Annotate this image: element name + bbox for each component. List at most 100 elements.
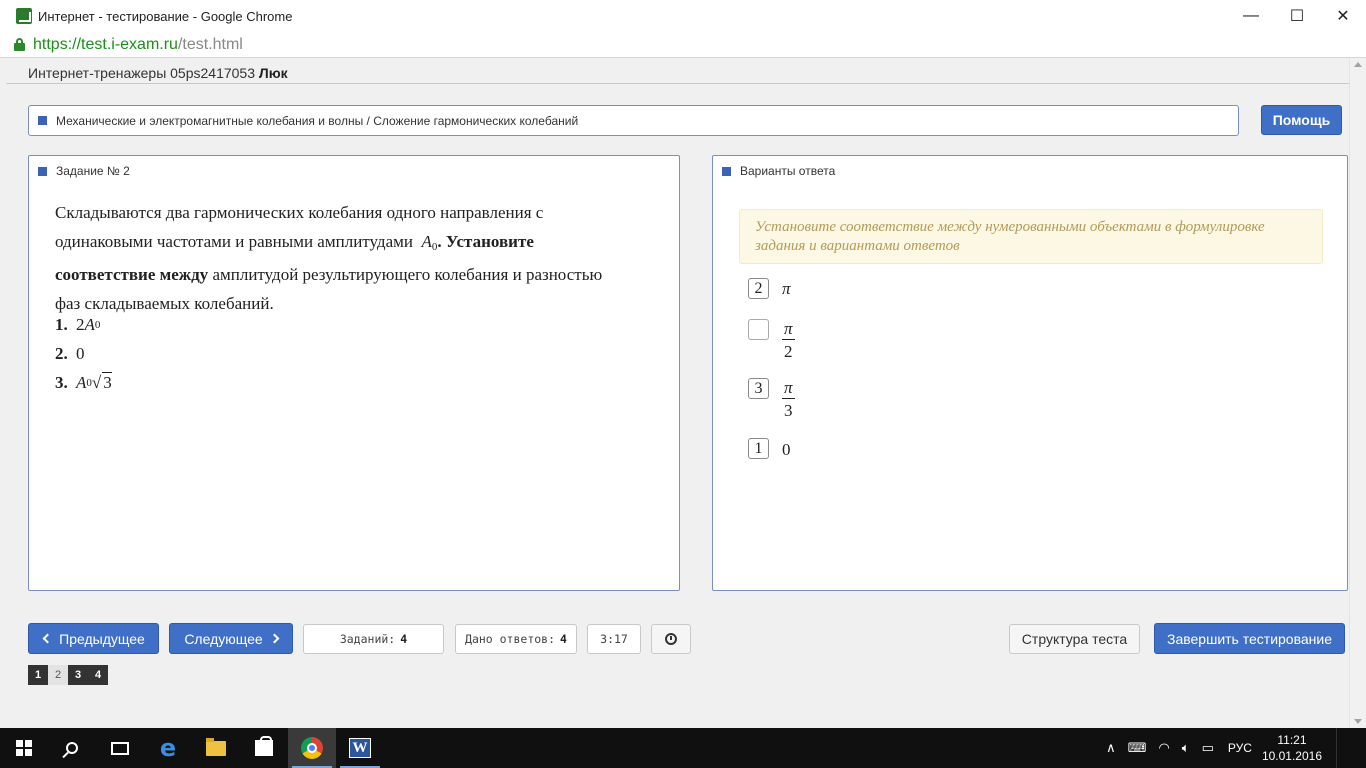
square-bullet-icon	[38, 116, 47, 125]
answer-match-box[interactable]: 2	[748, 278, 769, 299]
item-coef: 0	[76, 343, 85, 363]
answer-row: 2 π	[748, 278, 791, 299]
clock-date: 10.01.2016	[1261, 749, 1322, 763]
input-method-icon[interactable]: ⌨	[1128, 741, 1147, 756]
square-bullet-icon	[38, 166, 47, 176]
previous-button[interactable]: Предыдущее	[28, 623, 159, 654]
task-panel: Задание № 2 Складываются два гармоническ…	[28, 155, 680, 591]
answer-row: 1 0	[748, 438, 791, 460]
task-view-icon	[111, 741, 129, 755]
item-sub: 0	[94, 318, 101, 331]
windows-logo-icon	[16, 740, 32, 756]
answer-fraction: π3	[782, 378, 795, 421]
store-icon	[255, 736, 273, 756]
task-pager: 1 2 3 4	[28, 665, 108, 685]
url-scheme: https://	[33, 35, 82, 53]
item-number: 2.	[55, 343, 68, 363]
clock-icon	[665, 633, 677, 645]
fraction-numerator: π	[782, 319, 795, 340]
page-header: Интернет-тренажеры 05ps2417053 Люк	[28, 65, 288, 81]
task-panel-title: Задание № 2	[38, 164, 130, 178]
answer-fraction: π2	[782, 319, 795, 362]
task-view-button[interactable]	[96, 728, 144, 768]
address-bar[interactable]: https://test.i-exam.ru/test.html	[0, 32, 1366, 58]
list-item: 1. 2A0	[55, 310, 112, 339]
square-bullet-icon	[722, 166, 731, 176]
finish-test-button[interactable]: Завершить тестирование	[1154, 623, 1345, 654]
item-number: 3.	[55, 372, 68, 392]
search-icon	[66, 742, 78, 754]
task-items: 1. 2A0 2. 0 3. A 0 √ 3	[55, 310, 112, 397]
list-item: 3. A 0 √ 3	[55, 372, 112, 392]
word-button[interactable]: W	[336, 728, 384, 768]
breadcrumb: Механические и электромагнитные колебани…	[28, 105, 1239, 136]
page-content: Интернет-тренажеры 05ps2417053 Люк Механ…	[0, 58, 1349, 728]
page-1-button[interactable]: 1	[28, 665, 48, 685]
message-icon[interactable]: ▭	[1202, 741, 1214, 756]
next-label: Следующее	[184, 630, 263, 647]
close-button[interactable]: ✕	[1320, 0, 1366, 32]
tasks-count: Заданий: 4	[303, 624, 444, 654]
answered-count-label: Дано ответов:	[465, 632, 556, 646]
wifi-icon[interactable]: ◠	[1158, 741, 1169, 756]
url-path: /test.html	[177, 35, 243, 53]
task-statement: Складываются два гармонических колебания…	[55, 199, 615, 318]
clock-time: 11:21	[1277, 733, 1307, 747]
breadcrumb-text: Механические и электромагнитные колебани…	[56, 113, 579, 128]
lock-icon[interactable]	[14, 38, 25, 51]
item-var: A	[76, 372, 87, 392]
explorer-button[interactable]	[192, 728, 240, 768]
list-item: 2. 0	[55, 339, 112, 368]
answer-value: 0	[782, 440, 791, 459]
scroll-down-icon[interactable]	[1354, 719, 1362, 724]
page-4-button[interactable]: 4	[88, 665, 108, 685]
previous-label: Предыдущее	[59, 630, 145, 647]
store-button[interactable]	[240, 728, 288, 768]
window-title: Интернет - тестирование - Google Chrome	[38, 8, 293, 24]
maximize-button[interactable]: ☐	[1274, 0, 1320, 32]
item-root: 3	[102, 372, 112, 392]
answers-title: Варианты ответа	[740, 164, 836, 178]
chrome-button[interactable]	[288, 728, 336, 768]
window-controls: — ☐ ✕	[1228, 0, 1366, 32]
instruction-hint: Установите соответствие между нумерованн…	[739, 209, 1323, 264]
answer-match-box[interactable]: 3	[748, 378, 769, 399]
timer-toggle-button[interactable]	[651, 624, 691, 654]
url-text[interactable]: https://test.i-exam.ru/test.html	[33, 36, 243, 54]
answers-panel: Варианты ответа Установите соответствие …	[712, 155, 1348, 591]
start-button[interactable]	[0, 728, 48, 768]
search-button[interactable]	[48, 728, 96, 768]
header-user: Люк	[258, 65, 288, 81]
answer-row: π2	[748, 319, 795, 362]
answer-match-box[interactable]: 1	[748, 438, 769, 459]
test-structure-button[interactable]: Структура теста	[1009, 624, 1140, 654]
task-title: Задание № 2	[56, 164, 130, 178]
help-button[interactable]: Помощь	[1261, 105, 1342, 135]
vertical-scrollbar[interactable]	[1349, 58, 1366, 728]
answer-value: π	[782, 279, 791, 298]
language-indicator[interactable]: РУС	[1228, 741, 1252, 755]
clock[interactable]: 11:21 10.01.2016	[1262, 732, 1322, 764]
window-titlebar: Интернет - тестирование - Google Chrome …	[0, 0, 1366, 32]
item-var: A	[84, 314, 95, 334]
chrome-icon	[301, 737, 323, 759]
answers-panel-title: Варианты ответа	[722, 164, 835, 178]
page-3-button[interactable]: 3	[68, 665, 88, 685]
page-2-button[interactable]: 2	[48, 665, 68, 685]
chevron-left-icon	[42, 633, 53, 644]
item-number: 1.	[55, 314, 68, 334]
header-divider	[6, 83, 1349, 84]
fraction-denominator: 2	[784, 342, 793, 361]
answer-match-box[interactable]	[748, 319, 769, 340]
chevron-up-icon[interactable]: ∧	[1106, 741, 1116, 756]
edge-button[interactable]: e	[144, 728, 192, 768]
scroll-up-icon[interactable]	[1354, 62, 1362, 67]
answered-count-value: 4	[560, 632, 567, 646]
answered-count: Дано ответов: 4	[455, 624, 577, 654]
amplitude-symbol: A0	[421, 231, 438, 253]
minimize-button[interactable]: —	[1228, 0, 1274, 32]
action-center-button[interactable]	[1336, 728, 1366, 768]
next-button[interactable]: Следующее	[169, 623, 293, 654]
volume-icon[interactable]: 🔈︎	[1182, 741, 1190, 756]
url-host: test.i-exam.ru	[81, 35, 178, 53]
